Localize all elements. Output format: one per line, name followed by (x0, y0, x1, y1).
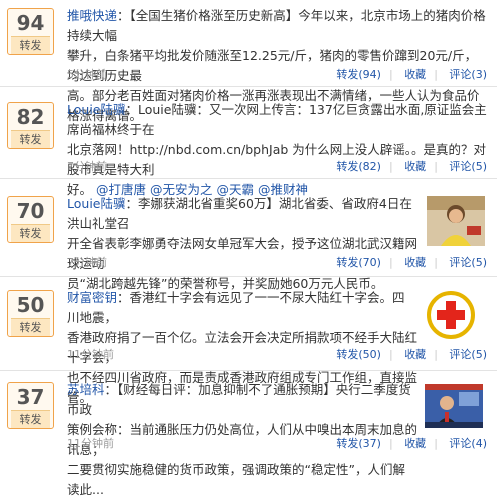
favorite-link[interactable]: 收藏 (404, 160, 426, 173)
post-time: 5分钟前 (67, 68, 107, 81)
forward-button[interactable]: 转发 (11, 224, 50, 242)
favorite-link[interactable]: 收藏 (404, 348, 426, 361)
post-time: 11分钟前 (67, 348, 114, 361)
forward-link[interactable]: 转发(37) (336, 437, 381, 450)
post-time: 7分钟前 (67, 160, 107, 173)
feed-item: 37 转发 苏培科：【财经每日评：加息抑制不了通胀预期】央行二季度货币政 策例会… (0, 374, 497, 497)
comment-link[interactable]: 评论(5) (449, 160, 487, 173)
forward-button[interactable]: 转发 (11, 318, 50, 336)
forward-button[interactable]: 转发 (11, 410, 50, 428)
post-time: 11分钟前 (67, 437, 114, 450)
forward-link[interactable]: 转发(70) (336, 256, 381, 269)
comment-link[interactable]: 评论(3) (449, 68, 487, 81)
post-text-line: ：【全国生猪价格涨至历史新高】今年以来，北京市场上的猪肉价格持续大幅 (67, 8, 486, 43)
post-text-line: ：Louie陆骥：又一次网上传言：137亿巨贪露出水面,原证监会主席尚福林终于在 (67, 102, 487, 137)
feed-item: 50 转发 财富密钥：香港红十字会有远见了一一不尿大陆红十字会。四川地震， 香港… (0, 282, 497, 405)
post-text-line: ：【财经每日评：加息抑制不了通胀预期】央行二季度货币政 (67, 382, 411, 417)
news-broadcast-thumbnail[interactable] (425, 384, 483, 428)
post-actions: 转发(37) | 收藏 | 评论(4) (336, 437, 487, 450)
comment-link[interactable]: 评论(4) (449, 437, 487, 450)
post-actions: 转发(50) | 收藏 | 评论(5) (336, 348, 487, 361)
post-content: Louie陆骥：李娜获湖北省重奖60万】湖北省委、省政府4日在洪山礼堂召 开全省… (67, 194, 417, 294)
forward-count-box[interactable]: 70 转发 (7, 196, 54, 243)
forward-count: 94 (16, 11, 45, 35)
red-cross-logo-thumbnail[interactable] (424, 288, 478, 342)
post-content: Louie陆骥：Louie陆骥：又一次网上传言：137亿巨贪露出水面,原证监会主… (67, 100, 492, 200)
forward-count: 70 (16, 199, 45, 223)
feed-item: 70 转发 Louie陆骥：李娜获湖北省重奖60万】湖北省委、省政府4日在洪山礼… (0, 188, 497, 291)
post-actions: 转发(94) | 收藏 | 评论(3) (336, 68, 487, 81)
forward-count-box[interactable]: 37 转发 (7, 382, 54, 429)
forward-count: 37 (16, 385, 45, 409)
forward-count-box[interactable]: 50 转发 (7, 290, 54, 337)
forward-count-box[interactable]: 82 转发 (7, 102, 54, 149)
feed-item: 82 转发 Louie陆骥：Louie陆骥：又一次网上传言：137亿巨贪露出水面… (0, 94, 497, 197)
forward-count: 82 (16, 105, 45, 129)
post-actions: 转发(82) | 收藏 | 评论(5) (336, 160, 487, 173)
favorite-link[interactable]: 收藏 (404, 68, 426, 81)
post-time: 7分钟前 (67, 256, 107, 269)
person-photo-thumbnail[interactable] (427, 196, 485, 246)
forward-count-box[interactable]: 94 转发 (7, 8, 54, 55)
forward-link[interactable]: 转发(82) (336, 160, 381, 173)
post-text-line: 二要贯彻实施稳健的货币政策，强调政策的“稳定性”，人们解读此... (67, 462, 405, 497)
favorite-link[interactable]: 收藏 (404, 256, 426, 269)
forward-count: 50 (16, 293, 45, 317)
feed-item: 94 转发 推哦快递：【全国生猪价格涨至历史新高】今年以来，北京市场上的猪肉价格… (0, 0, 497, 123)
forward-link[interactable]: 转发(94) (336, 68, 381, 81)
favorite-link[interactable]: 收藏 (404, 437, 426, 450)
comment-link[interactable]: 评论(5) (449, 256, 487, 269)
author-link[interactable]: 推哦快递 (67, 8, 117, 23)
forward-button[interactable]: 转发 (11, 36, 50, 54)
post-actions: 转发(70) | 收藏 | 评论(5) (336, 256, 487, 269)
author-link[interactable]: 苏培科 (67, 382, 105, 397)
author-link[interactable]: 财富密钥 (67, 290, 117, 305)
weibo-feed: 94 转发 推哦快递：【全国生猪价格涨至历史新高】今年以来，北京市场上的猪肉价格… (0, 0, 497, 497)
author-link[interactable]: Louie陆骥 (67, 102, 125, 117)
post-text-line: ：香港红十字会有远见了一一不尿大陆红十字会。四川地震， (67, 290, 405, 325)
forward-button[interactable]: 转发 (11, 130, 50, 148)
comment-link[interactable]: 评论(5) (449, 348, 487, 361)
forward-link[interactable]: 转发(50) (336, 348, 381, 361)
author-link[interactable]: Louie陆骥 (67, 196, 125, 211)
